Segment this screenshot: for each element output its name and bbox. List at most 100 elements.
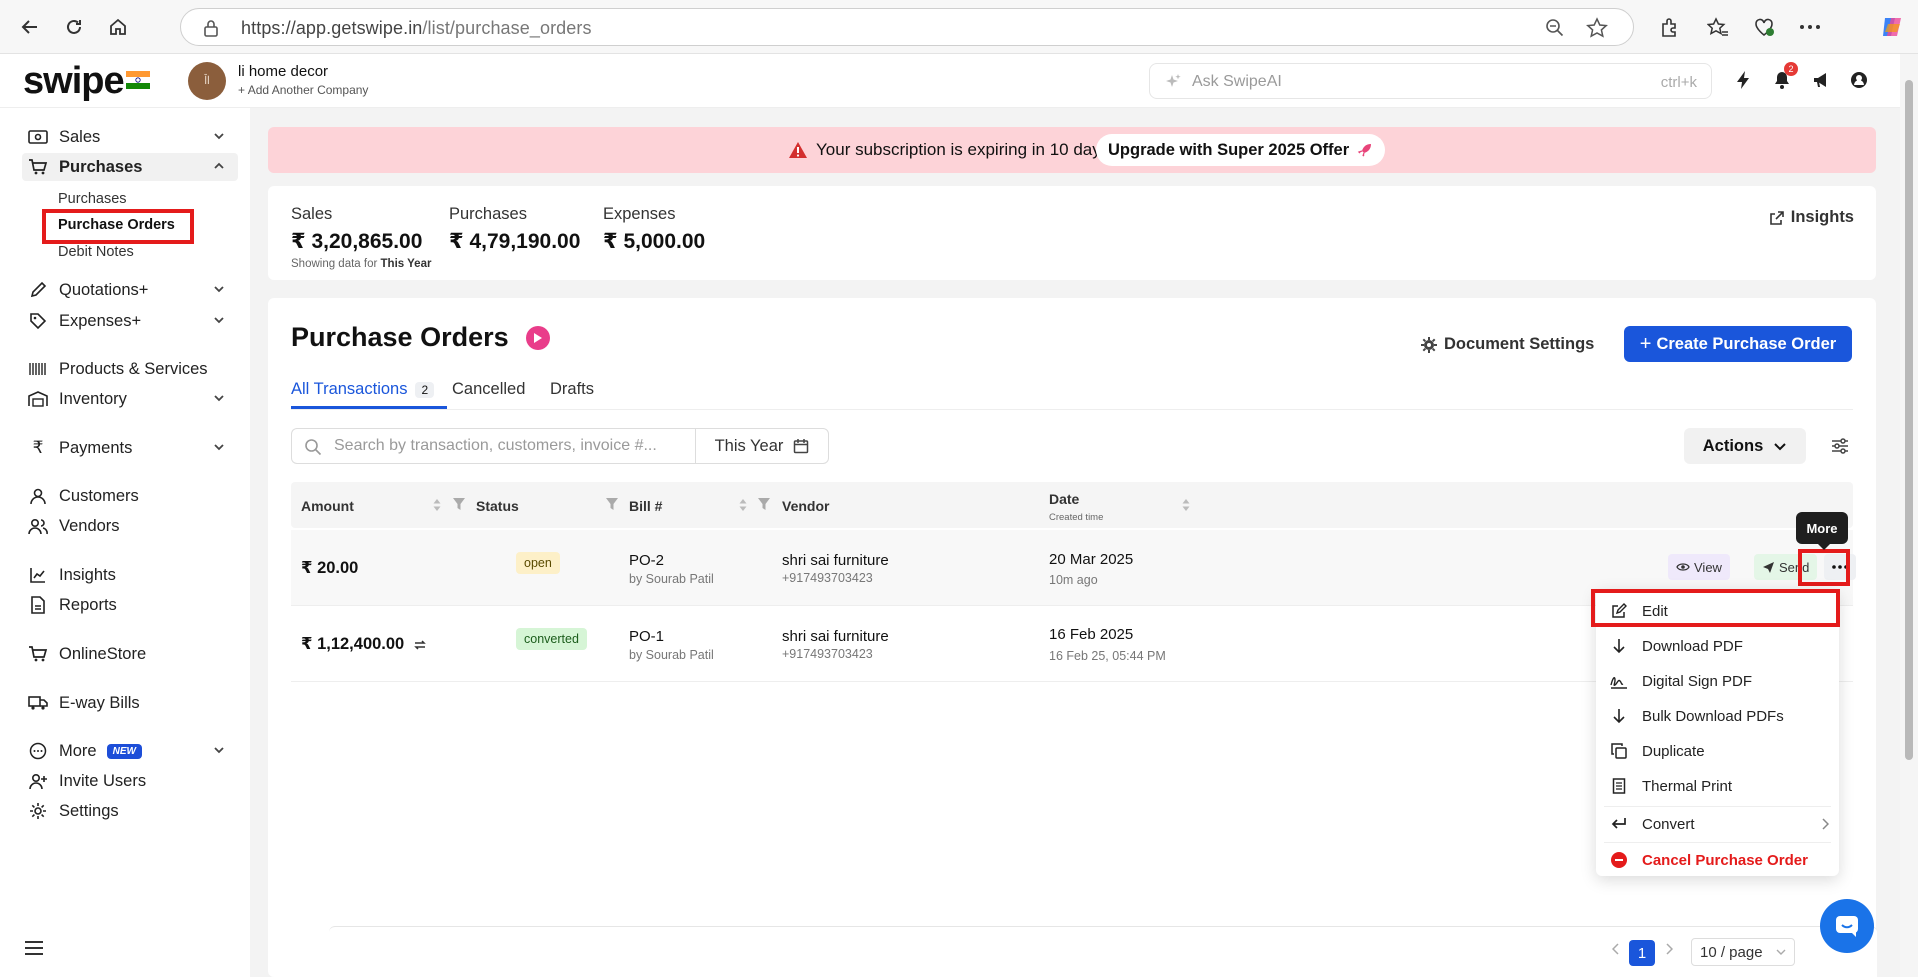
menu-item-download-pdf[interactable]: Download PDF [1596, 629, 1839, 663]
page-size-select[interactable]: 10 / page [1691, 938, 1795, 966]
swipe-logo[interactable]: swipe [23, 60, 125, 103]
column-date-subtitle: Created time [1049, 512, 1104, 523]
sort-icon[interactable] [432, 498, 442, 512]
ask-ai-input[interactable]: Ask SwipeAI ctrl+k [1149, 63, 1712, 99]
sidebar-item-settings[interactable]: Settings [22, 797, 238, 825]
company-avatar[interactable]: ꟾ̄ꟾ [188, 62, 226, 100]
add-company-link[interactable]: + Add Another Company [238, 83, 368, 97]
back-icon[interactable] [16, 13, 44, 41]
chevron-right-icon[interactable] [1665, 943, 1673, 955]
column-vendor[interactable]: Vendor [782, 498, 829, 514]
signature-icon [1610, 672, 1628, 690]
zoom-out-icon[interactable] [1545, 18, 1565, 38]
url-text: https://app.getswipe.in/list/purchase_or… [241, 18, 592, 38]
column-amount[interactable]: Amount [301, 498, 354, 514]
extensions-icon[interactable] [1656, 13, 1684, 41]
store-cart-icon [27, 643, 49, 665]
search-input[interactable]: Search by transaction, customers, invoic… [291, 428, 695, 464]
sidebar-item-more[interactable]: More NEW [22, 737, 238, 765]
tab-all-transactions[interactable]: All Transactions 2 [291, 380, 435, 399]
sidebar-item-purchases[interactable]: Purchases [22, 153, 238, 181]
tab-drafts[interactable]: Drafts [550, 380, 594, 399]
bill-number[interactable]: PO-2 [629, 552, 664, 569]
subscription-banner: Your subscription is expiring in 10 days… [268, 127, 1876, 173]
filter-icon[interactable] [605, 497, 619, 511]
truck-icon [27, 692, 49, 714]
hamburger-icon[interactable] [24, 940, 44, 956]
column-bill-number[interactable]: Bill # [629, 498, 662, 514]
tab-cancelled[interactable]: Cancelled [452, 380, 525, 399]
external-link-icon [1769, 210, 1785, 226]
actions-dropdown-button[interactable]: Actions [1684, 428, 1806, 464]
insights-link[interactable]: Insights [1769, 208, 1854, 227]
sidebar-item-eway-bills[interactable]: E-way Bills [22, 689, 238, 717]
sort-icon[interactable] [1181, 498, 1191, 512]
sidebar-item-sales[interactable]: Sales [22, 123, 238, 151]
scrollbar-thumb[interactable] [1905, 80, 1913, 760]
refresh-icon[interactable] [60, 13, 88, 41]
menu-item-duplicate[interactable]: Duplicate [1596, 734, 1839, 768]
sidebar-item-onlinestore[interactable]: OnlineStore [22, 640, 238, 668]
sidebar-item-products[interactable]: Products & Services [22, 355, 238, 383]
play-video-icon[interactable] [526, 326, 550, 350]
company-name[interactable]: li home decor [238, 63, 328, 80]
sales-stat-label: Sales [291, 205, 333, 223]
tab-count-badge: 2 [415, 382, 435, 398]
sidebar-item-inventory[interactable]: Inventory [22, 385, 238, 413]
highlight-box [1591, 589, 1840, 627]
bill-number[interactable]: PO-1 [629, 628, 664, 645]
stats-period-note: Showing data for This Year [291, 258, 432, 270]
favorites-icon[interactable] [1704, 13, 1732, 41]
upgrade-button[interactable]: Upgrade with Super 2025 Offer [1096, 134, 1386, 166]
chevron-left-icon[interactable] [1612, 943, 1620, 955]
sidebar-item-label: Customers [59, 486, 139, 505]
column-status[interactable]: Status [476, 498, 519, 514]
user-account-icon[interactable] [1847, 68, 1871, 92]
column-settings-icon[interactable] [1830, 436, 1850, 456]
lightning-icon[interactable] [1731, 68, 1755, 92]
menu-item-bulk-download[interactable]: Bulk Download PDFs [1596, 699, 1839, 733]
sidebar-subitem-debit-notes[interactable]: Debit Notes [58, 244, 134, 260]
view-button[interactable]: View [1668, 554, 1730, 580]
sort-icon[interactable] [738, 498, 748, 512]
sidebar-item-insights[interactable]: Insights [22, 561, 238, 589]
vendor-name[interactable]: shri sai furniture [782, 628, 889, 645]
menu-item-cancel-purchase-order[interactable]: Cancel Purchase Order [1596, 843, 1839, 877]
tabs-divider [291, 409, 1853, 410]
sidebar-subitem-purchases[interactable]: Purchases [58, 191, 127, 207]
copilot-icon[interactable] [1878, 13, 1906, 41]
date-range-filter[interactable]: This Year [695, 428, 829, 464]
page-number-current[interactable]: 1 [1629, 940, 1655, 966]
purchases-stat-label: Purchases [449, 205, 527, 223]
megaphone-icon[interactable] [1809, 68, 1833, 92]
sidebar-item-vendors[interactable]: Vendors [22, 512, 238, 540]
sidebar-item-payments[interactable]: ₹ Payments [22, 434, 238, 462]
chat-support-icon[interactable] [1820, 899, 1874, 953]
column-date[interactable]: Date [1049, 491, 1079, 507]
sidebar-item-label: E-way Bills [59, 693, 140, 712]
gear-icon [1421, 336, 1437, 353]
sidebar-item-label: More [59, 741, 97, 760]
user-icon [27, 485, 49, 507]
sidebar-item-expenses[interactable]: Expenses+ [22, 307, 238, 335]
sidebar-item-invite-users[interactable]: Invite Users [22, 767, 238, 795]
sidebar-item-reports[interactable]: Reports [22, 591, 238, 619]
address-bar[interactable]: https://app.getswipe.in/list/purchase_or… [180, 8, 1634, 46]
browser-menu-icon[interactable] [1796, 13, 1824, 41]
sidebar-item-label: Sales [59, 127, 101, 146]
menu-item-convert[interactable]: Convert [1596, 807, 1839, 841]
home-icon[interactable] [104, 13, 132, 41]
sidebar-item-quotations[interactable]: Quotations+ [22, 276, 238, 304]
browser-essentials-icon[interactable] [1750, 13, 1778, 41]
filter-icon[interactable] [757, 497, 771, 511]
sidebar-item-label: Inventory [59, 389, 127, 408]
vendor-name[interactable]: shri sai furniture [782, 552, 889, 569]
menu-item-thermal-print[interactable]: Thermal Print [1596, 769, 1839, 803]
filter-icon[interactable] [452, 497, 466, 511]
favorite-star-icon[interactable] [1586, 17, 1608, 39]
lock-icon[interactable] [203, 19, 219, 37]
sidebar-item-customers[interactable]: Customers [22, 482, 238, 510]
menu-item-digital-sign[interactable]: Digital Sign PDF [1596, 664, 1839, 698]
create-purchase-order-button[interactable]: + Create Purchase Order [1624, 326, 1852, 362]
document-settings-button[interactable]: Document Settings [1421, 335, 1594, 354]
